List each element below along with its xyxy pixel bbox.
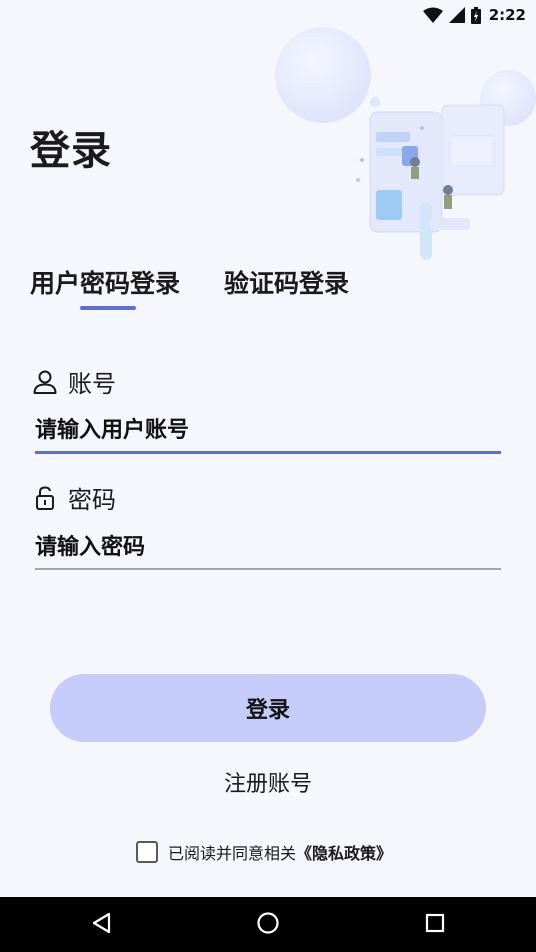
back-triangle-icon[interactable] xyxy=(90,911,112,935)
password-input[interactable] xyxy=(35,530,501,570)
agreement-text: 已阅读并同意相关 xyxy=(168,844,297,863)
page-title: 登录 xyxy=(30,128,112,174)
account-input[interactable] xyxy=(35,414,501,454)
privacy-agreement: 已阅读并同意相关《隐私政策》 xyxy=(136,840,392,864)
tab-code-login-label: 验证码登录 xyxy=(224,269,350,298)
login-illustration xyxy=(275,27,536,260)
privacy-policy-link[interactable]: 《隐私政策》 xyxy=(296,844,392,863)
login-tabs: 用户密码登录 验证码登录 xyxy=(30,264,349,310)
register-link[interactable]: 注册账号 xyxy=(0,766,536,798)
login-button[interactable]: 登录 xyxy=(50,674,486,742)
user-icon xyxy=(33,370,57,394)
tab-password-login[interactable]: 用户密码登录 xyxy=(30,264,180,310)
lock-icon xyxy=(36,485,54,510)
system-nav-bar xyxy=(0,897,536,952)
home-circle-icon[interactable] xyxy=(256,911,280,935)
tab-active-indicator xyxy=(80,306,136,310)
password-label: 密码 xyxy=(32,480,116,515)
agreement-checkbox[interactable] xyxy=(136,841,158,863)
recents-square-icon[interactable] xyxy=(424,911,446,935)
account-label: 账号 xyxy=(32,364,116,399)
password-label-text: 密码 xyxy=(68,486,116,514)
account-label-text: 账号 xyxy=(68,370,116,398)
tab-password-login-label: 用户密码登录 xyxy=(30,269,181,298)
tab-code-login[interactable]: 验证码登录 xyxy=(224,264,349,310)
